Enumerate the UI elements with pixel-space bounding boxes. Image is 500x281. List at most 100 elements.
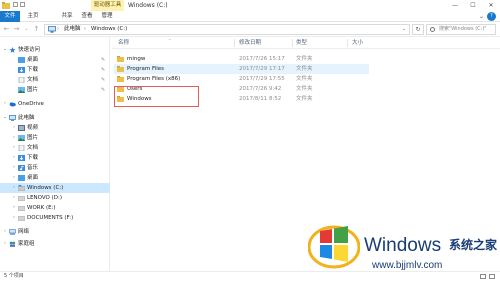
nav-pc-downloads[interactable]: › 下载: [0, 153, 110, 163]
nav-homegroup[interactable]: › 家庭组: [0, 239, 110, 249]
collapse-arrow-icon[interactable]: ›: [11, 203, 17, 213]
address-dropdown-icon[interactable]: ⌄: [402, 25, 406, 34]
breadcrumb-this-pc[interactable]: 此电脑: [64, 25, 81, 34]
ribbon-collapse-icon[interactable]: ⌄: [479, 11, 484, 22]
nav-drive-d[interactable]: › LENOVO (D:): [0, 193, 110, 203]
file-date: 2017/7/26 15:17: [239, 56, 285, 62]
refresh-icon[interactable]: ↻: [412, 24, 424, 35]
nav-quick-desktop[interactable]: 桌面 ✎: [0, 55, 110, 65]
drive-tools-context-tab[interactable]: 驱动器工具: [91, 0, 124, 11]
nav-quick-downloads[interactable]: 下载 ✎: [0, 65, 110, 75]
collapse-arrow-icon[interactable]: ›: [11, 163, 17, 173]
column-size[interactable]: 大小: [352, 37, 363, 49]
drive-icon: [18, 216, 25, 221]
collapse-arrow-icon[interactable]: ›: [2, 239, 8, 249]
column-header-row: ⌃ 名称 修改日期 类型 大小: [112, 37, 500, 49]
expand-arrow-icon[interactable]: ⌄: [2, 45, 8, 55]
tab-view[interactable]: 查看: [80, 11, 94, 22]
desktop-icon: [18, 175, 25, 181]
homegroup-icon: [9, 241, 16, 247]
help-icon[interactable]: ?: [487, 12, 496, 21]
close-button[interactable]: ✕: [482, 0, 500, 11]
breadcrumb-separator-icon: ›: [84, 26, 86, 32]
nav-pc-documents[interactable]: › 文档: [0, 143, 110, 153]
download-icon: [18, 155, 25, 161]
tab-file[interactable]: 文件: [0, 11, 20, 22]
star-icon: [9, 47, 16, 53]
pin-icon: ✎: [101, 77, 106, 83]
expand-arrow-icon[interactable]: ⌄: [2, 113, 8, 123]
tab-manage[interactable]: 管理: [100, 11, 114, 22]
collapse-arrow-icon[interactable]: ›: [11, 123, 17, 133]
nav-network[interactable]: › 网络: [0, 227, 110, 237]
folder-icon: [117, 66, 124, 72]
collapse-arrow-icon[interactable]: ›: [2, 227, 8, 237]
column-date[interactable]: 修改日期: [239, 37, 261, 49]
tab-home[interactable]: 主页: [26, 11, 40, 22]
file-type: 文件夹: [296, 76, 313, 82]
column-divider: [292, 39, 293, 47]
collapse-arrow-icon[interactable]: ›: [11, 173, 17, 183]
nav-drive-c[interactable]: › Windows (C:): [0, 183, 110, 193]
recent-locations-icon[interactable]: ⌄: [22, 25, 31, 34]
breadcrumb-drive-c[interactable]: Windows (C:): [91, 25, 127, 34]
collapse-arrow-icon[interactable]: ›: [11, 193, 17, 203]
nav-drive-e[interactable]: › WORK (E:): [0, 203, 110, 213]
minimize-button[interactable]: —: [446, 0, 464, 11]
file-row[interactable]: Program Files (x86) 2017/7/29 17:55 文件夹: [114, 74, 369, 84]
document-icon: [18, 145, 25, 151]
forward-icon[interactable]: →: [12, 25, 21, 34]
nav-quick-access[interactable]: ⌄ 快速访问: [0, 45, 110, 55]
address-bar[interactable]: › 此电脑 › Windows (C:) ⌄: [44, 24, 410, 35]
nav-quick-pictures[interactable]: 图片 ✎: [0, 85, 110, 95]
collapse-arrow-icon[interactable]: ›: [2, 99, 8, 109]
file-row[interactable]: Program Files 2017/7/29 17:17 文件夹: [114, 64, 369, 74]
watermark-cn: 系统之家: [449, 238, 498, 252]
desktop-icon: [18, 57, 25, 63]
nav-pc-desktop[interactable]: › 桌面: [0, 173, 110, 183]
windows-drive-icon: [18, 185, 25, 191]
collapse-arrow-icon[interactable]: ›: [11, 153, 17, 163]
column-type[interactable]: 类型: [296, 37, 307, 49]
nav-pc-music[interactable]: › 音乐: [0, 163, 110, 173]
highlight-annotation-box: [114, 86, 199, 107]
breadcrumb-separator-icon: ›: [57, 26, 59, 32]
nav-pc-pictures[interactable]: › 图片: [0, 133, 110, 143]
file-type: 文件夹: [296, 86, 313, 92]
ribbon-tabs: 文件 主页 共享 查看 管理 ⌄ ?: [0, 11, 500, 22]
title-bar: 驱动器工具 Windows (C:) — ☐ ✕: [0, 0, 500, 11]
up-icon[interactable]: ↑: [32, 25, 41, 34]
collapse-arrow-icon[interactable]: ›: [11, 143, 17, 153]
music-icon: [18, 165, 25, 171]
file-row[interactable]: mingw 2017/7/26 15:17 文件夹: [114, 54, 369, 64]
back-icon[interactable]: ←: [2, 25, 11, 34]
collapse-arrow-icon[interactable]: ›: [11, 213, 17, 223]
file-name: mingw: [127, 56, 146, 62]
nav-pc-videos[interactable]: › 视频: [0, 123, 110, 133]
video-icon: [18, 125, 25, 131]
pictures-icon: [18, 87, 25, 93]
nav-this-pc[interactable]: ⌄ 此电脑: [0, 113, 110, 123]
file-type: 文件夹: [296, 66, 313, 72]
nav-quick-documents[interactable]: 文档 ✎: [0, 75, 110, 85]
file-date: 2017/8/11 8:52: [239, 96, 282, 102]
maximize-button[interactable]: ☐: [464, 0, 482, 11]
sort-caret-icon: ⌃: [168, 38, 172, 43]
quick-properties-icon[interactable]: [13, 2, 18, 7]
tab-share[interactable]: 共享: [60, 11, 74, 22]
cloud-icon: [9, 102, 16, 107]
file-date: 2017/7/26 9:42: [239, 86, 282, 92]
new-folder-qa-icon[interactable]: [20, 2, 25, 7]
column-name[interactable]: 名称: [118, 37, 129, 49]
collapse-arrow-icon[interactable]: ›: [11, 133, 17, 143]
file-date: 2017/7/29 17:17: [239, 66, 285, 72]
folder-app-icon: [2, 2, 10, 9]
collapse-arrow-icon[interactable]: ›: [11, 183, 17, 193]
search-box[interactable]: 搜索"Windows (C:)": [426, 24, 496, 35]
folder-icon: [117, 56, 124, 62]
file-type: 文件夹: [296, 96, 313, 102]
nav-drive-f[interactable]: › DOCUMENTS (F:): [0, 213, 110, 223]
column-divider: [347, 39, 348, 47]
nav-onedrive[interactable]: › OneDrive: [0, 99, 110, 109]
computer-icon: [48, 26, 56, 33]
